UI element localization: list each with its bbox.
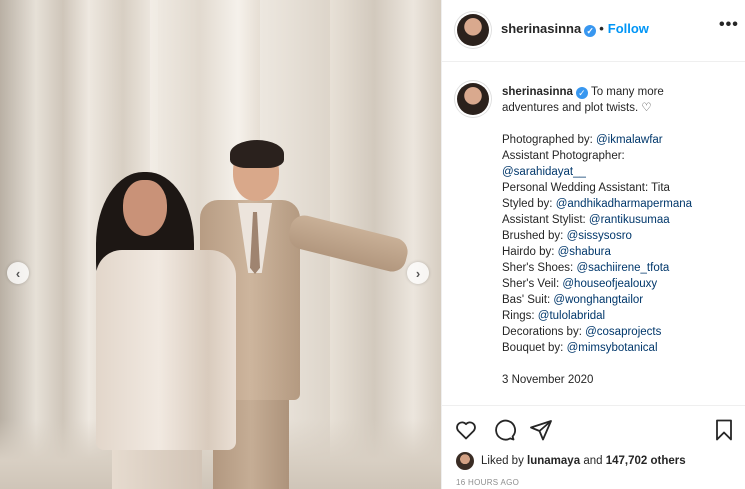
groom-hair (230, 140, 284, 168)
credit-line: Decorations by: @cosaprojects (502, 326, 662, 338)
mention-link[interactable]: @mimsybotanical (567, 342, 658, 354)
mention-link[interactable]: @wonghangtailor (553, 294, 643, 306)
username-link[interactable]: sherinasinna (501, 21, 581, 36)
post-header: sherinasinna ✓ • Follow ••• (442, 0, 745, 62)
previous-photo-button[interactable]: ‹ (7, 262, 29, 284)
chevron-left-icon: ‹ (15, 265, 21, 281)
mention-link[interactable]: @rantikusumaa (589, 214, 670, 226)
comment-icon[interactable] (492, 418, 516, 442)
heart-icon[interactable] (454, 418, 478, 442)
post-actions: Liked by lunamaya and 147,702 others 16 … (442, 405, 745, 489)
mention-link[interactable]: @shabura (558, 246, 611, 258)
mention-link[interactable]: @tulolabridal (538, 310, 605, 322)
credit-line: @sarahidayat__ (502, 164, 738, 180)
mention-link[interactable]: @sachiirene_tfota (576, 262, 669, 274)
next-photo-button[interactable]: › (407, 262, 429, 284)
post-photo[interactable]: ‹ › (0, 0, 441, 489)
credit-line: Bas' Suit: @wonghangtailor (502, 294, 644, 306)
credit-line: Sher's Shoes: @sachiirene_tfota (502, 262, 670, 274)
credit-line: Assistant Stylist: @rantikusumaa (502, 214, 670, 226)
caption-date: 3 November 2020 (502, 374, 594, 386)
liked-by-user[interactable]: lunamaya (527, 455, 580, 467)
caption-username[interactable]: sherinasinna (502, 86, 573, 98)
bride-dress (96, 250, 236, 450)
mention-link[interactable]: @sissysosro (567, 230, 632, 242)
caption-intro-2: adventures and plot twists. ♡ (502, 102, 652, 114)
bride-head (123, 180, 167, 236)
paper-plane-icon[interactable] (529, 418, 553, 442)
likes-summary[interactable]: Liked by lunamaya and 147,702 others (456, 452, 686, 470)
bookmark-icon[interactable] (712, 418, 736, 442)
avatar[interactable] (457, 14, 489, 46)
follow-button[interactable]: Follow (608, 21, 649, 36)
more-options-icon[interactable]: ••• (719, 16, 739, 34)
post-side-panel: sherinasinna ✓ • Follow ••• sherinasinna ✓ T… (441, 0, 745, 489)
caption-intro: To many more (590, 86, 664, 98)
mention-link[interactable]: @cosaprojects (585, 326, 661, 338)
mention-link[interactable]: @sarahidayat__ (502, 166, 586, 178)
header-user: sherinasinna ✓ • Follow (501, 21, 649, 37)
mention-link[interactable]: @houseofjealouxy (562, 278, 657, 290)
credit-line: Brushed by: @sissysosro (502, 230, 632, 242)
curtain (0, 0, 90, 489)
timestamp[interactable]: 16 HOURS AGO (456, 478, 519, 487)
credit-line: Sher's Veil: @houseofjealouxy (502, 278, 658, 290)
avatar[interactable] (457, 83, 489, 115)
credit-line: Personal Wedding Assistant: Tita (502, 182, 670, 194)
credit-line: Rings: @tulolabridal (502, 310, 606, 322)
credit-line: Photographed by: @ikmalawfar (502, 134, 663, 146)
credit-line: Styled by: @andhikadharmapermana (502, 198, 693, 210)
credit-line: Bouquet by: @mimsybotanical (502, 342, 658, 354)
credit-line: Hairdo by: @shabura (502, 246, 611, 258)
avatar[interactable] (456, 452, 474, 470)
verified-badge-icon: ✓ (575, 87, 588, 99)
likes-count[interactable]: 147,702 others (606, 455, 686, 467)
verified-badge-icon: ✓ (584, 25, 597, 37)
caption-text: sherinasinna ✓ To many more adventures an… (502, 84, 738, 388)
chevron-right-icon: › (415, 265, 421, 281)
mention-link[interactable]: @andhikadharmapermana (556, 198, 692, 210)
caption: sherinasinna ✓ To many more adventures an… (442, 63, 745, 403)
credit-line: Assistant Photographer: (502, 150, 625, 162)
separator: • (599, 21, 604, 36)
mention-link[interactable]: @ikmalawfar (596, 134, 663, 146)
